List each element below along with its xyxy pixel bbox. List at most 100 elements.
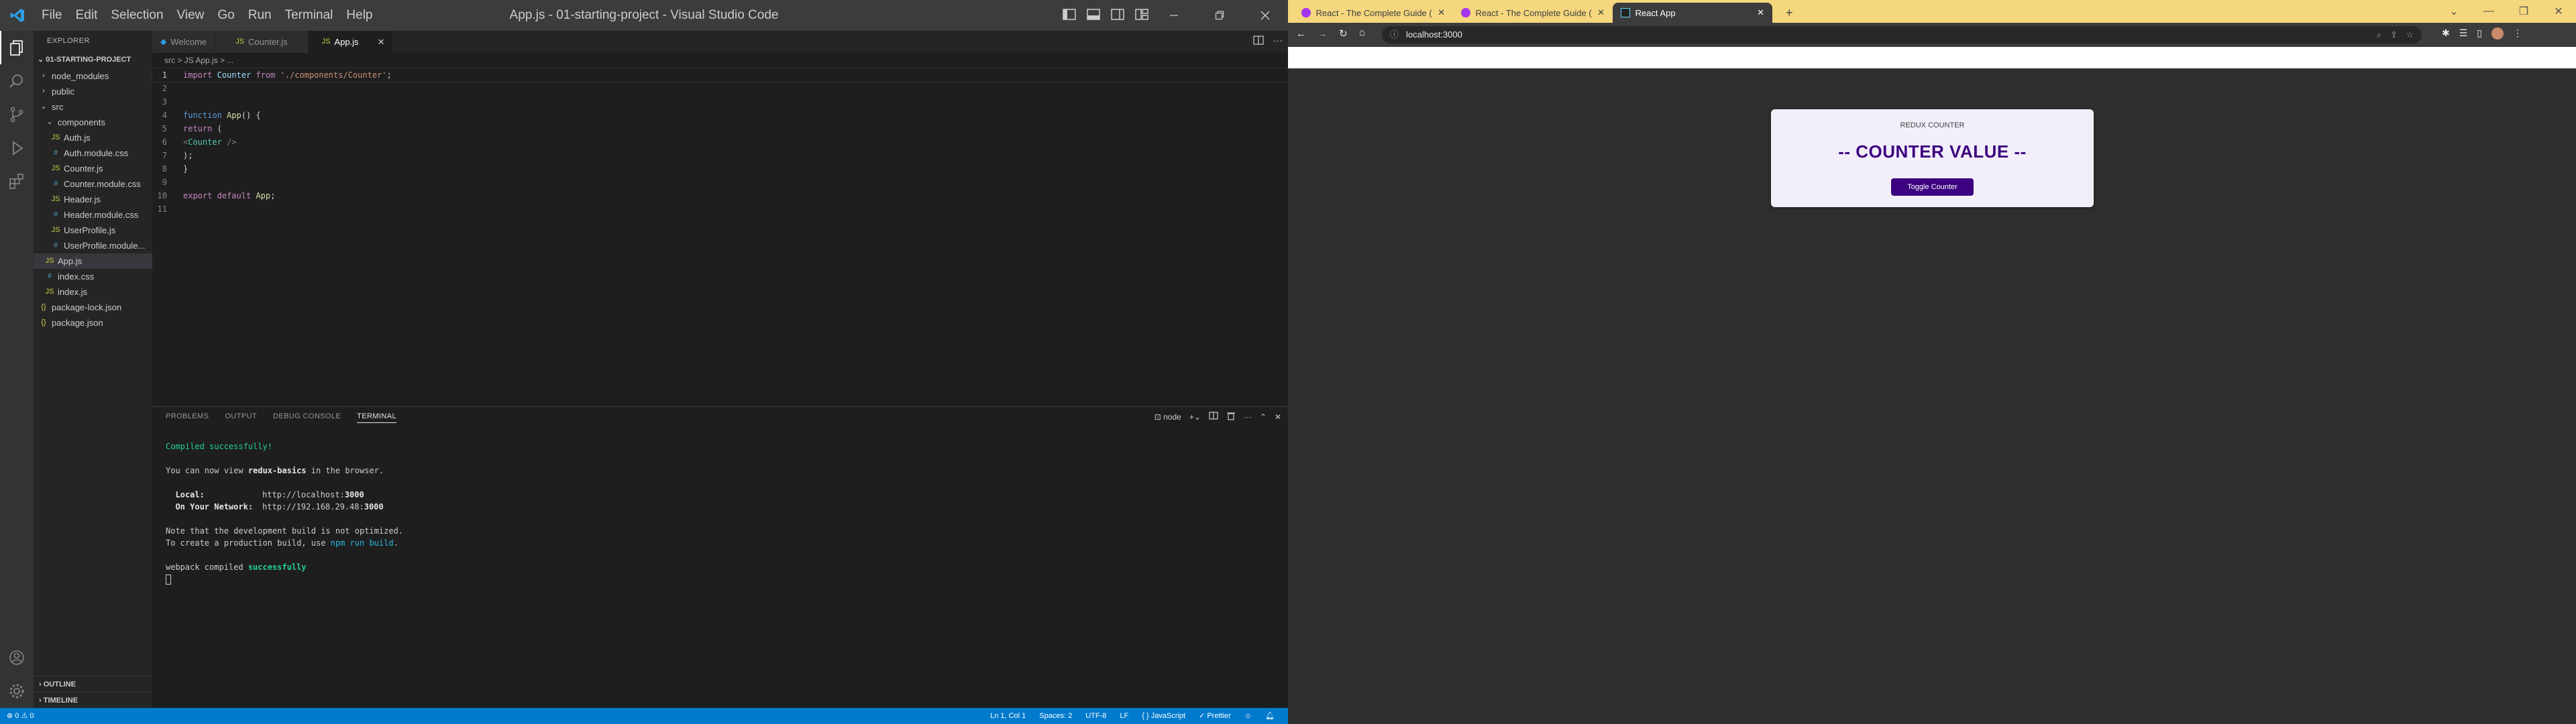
outline-section[interactable]: › OUTLINE [34,676,152,692]
tab-counter-js[interactable]: JS Counter.js [215,31,309,53]
tree-item[interactable]: ⌄ components [34,115,152,130]
status-eol[interactable]: LF [1120,708,1128,724]
project-folder[interactable]: ⌄ 01-STARTING-PROJECT [34,51,152,68]
restore-icon[interactable]: ❐ [2506,5,2541,18]
tab-debug-console[interactable]: DEBUG CONSOLE [273,412,341,423]
maximize-panel-icon[interactable]: ⌃ [1260,412,1267,422]
menu-view[interactable]: View [170,0,211,31]
tree-item[interactable]: JS index.js [34,284,152,300]
zoom-icon[interactable]: ⌕ [2377,26,2381,44]
menu-selection[interactable]: Selection [104,0,170,31]
menu-file[interactable]: File [35,0,69,31]
forward-arrow-icon[interactable]: → [1318,28,1328,40]
reload-icon[interactable]: ↻ [1339,27,1348,40]
more-actions-icon[interactable]: ··· [1244,412,1252,422]
menu-edit[interactable]: Edit [69,0,105,31]
settings-gear-icon[interactable] [0,674,34,708]
more-actions-icon[interactable]: ··· [1273,35,1283,49]
tab-close-icon[interactable]: ✕ [1597,7,1605,18]
menu-terminal[interactable]: Terminal [278,0,340,31]
tree-item[interactable]: {} package-lock.json [34,300,152,315]
tree-item[interactable]: ⌄ src [34,99,152,115]
toggle-sidebar-icon[interactable] [1061,5,1077,24]
home-icon[interactable]: ⌂ [1359,27,1365,38]
tab-search-icon[interactable]: ⌄ [2436,5,2471,18]
status-encoding[interactable]: UTF-8 [1085,708,1106,724]
close-icon[interactable] [1242,0,1288,31]
tab-close-icon[interactable]: ✕ [1757,7,1764,18]
terminal-shell-selector[interactable]: ⊡ node [1155,412,1181,422]
tab-close-icon[interactable]: ✕ [378,31,385,53]
tab-app-js[interactable]: JS App.js ✕ [308,31,394,53]
code-line: 4 function App() { [162,111,261,120]
close-panel-icon[interactable]: ✕ [1275,412,1281,422]
tab-terminal[interactable]: TERMINAL [357,412,396,423]
accounts-icon[interactable] [0,641,34,674]
tree-item[interactable]: {} package.json [34,315,152,330]
status-right: Ln 1, Col 1 Spaces: 2 UTF-8 LF { } JavaS… [990,708,1275,724]
close-icon[interactable]: ✕ [2541,5,2576,18]
tab-output[interactable]: OUTPUT [225,412,257,423]
extensions-icon[interactable] [0,165,34,198]
status-cursor-position[interactable]: Ln 1, Col 1 [990,708,1026,724]
chrome-menu-icon[interactable]: ⋮ [2513,27,2522,40]
explorer-icon[interactable] [0,31,34,64]
tree-item[interactable]: › public [34,84,152,99]
media-icon[interactable]: ☰ [2459,27,2468,40]
tab-welcome[interactable]: ◆ Welcome [152,31,216,53]
js-file-icon: JS [51,195,60,203]
side-panel-icon[interactable]: ▯ [2477,27,2482,40]
code-editor[interactable]: 1 import Counter from './components/Count… [152,68,1289,216]
toggle-counter-button[interactable]: Toggle Counter [1891,178,1974,196]
tree-item[interactable]: JS Header.js [34,192,152,207]
back-arrow-icon[interactable]: ← [1296,28,1306,40]
minimize-icon[interactable] [1151,0,1197,31]
site-info-icon[interactable]: ⓘ [1390,26,1399,44]
search-icon[interactable] [0,64,34,98]
source-control-icon[interactable] [0,98,34,131]
split-editor-icon[interactable] [1253,35,1264,49]
bookmark-star-icon[interactable]: ☆ [2406,26,2414,44]
tree-item[interactable]: # Counter.module.css [34,176,152,192]
feedback-icon[interactable]: ☺ [1244,708,1252,724]
terminal-output[interactable]: Compiled successfully! You can now view … [166,440,403,585]
notifications-bell-icon[interactable]: 🔔︎ [1265,708,1275,724]
status-language[interactable]: { } JavaScript [1142,708,1185,724]
timeline-section[interactable]: › TIMELINE [34,692,152,708]
tab-close-icon[interactable]: ✕ [1438,7,1445,18]
menu-help[interactable]: Help [339,0,379,31]
tree-item[interactable]: JS UserProfile.js [34,223,152,238]
toggle-panel-icon[interactable] [1085,5,1102,24]
browser-tab-react-app[interactable]: React App ✕ [1613,3,1772,23]
restore-icon[interactable] [1197,0,1242,31]
status-problems[interactable]: ⊗ 0 ⚠ 0 [7,708,34,724]
new-terminal-icon[interactable]: +⌄ [1189,412,1201,422]
extensions-puzzle-icon[interactable]: ✱ [2442,27,2450,40]
status-formatter[interactable]: ✓ Prettier [1199,708,1231,724]
menu-run[interactable]: Run [241,0,278,31]
tree-item[interactable]: JS Counter.js [34,161,152,176]
tree-item[interactable]: # UserProfile.module... [34,238,152,253]
toggle-secondary-sidebar-icon[interactable] [1110,5,1126,24]
breadcrumb[interactable]: src > JS App.js > ... [164,56,233,65]
kill-terminal-icon[interactable] [1226,411,1236,422]
tree-item[interactable]: JS Auth.js [34,130,152,145]
split-terminal-icon[interactable] [1209,411,1218,422]
status-indentation[interactable]: Spaces: 2 [1039,708,1072,724]
run-debug-icon[interactable] [0,131,34,165]
tree-item[interactable]: # Auth.module.css [34,145,152,161]
share-icon[interactable]: ⇪ [2390,26,2398,44]
minimize-icon[interactable]: — [2471,5,2506,17]
tree-item[interactable]: JS App.js [34,253,152,269]
tree-item[interactable]: › node_modules [34,68,152,84]
customize-layout-icon[interactable] [1134,5,1150,24]
browser-tab-udemy-1[interactable]: React - The Complete Guide (incl... ✕ [1293,3,1453,23]
new-tab-button[interactable]: + [1778,3,1801,23]
browser-tab-udemy-2[interactable]: React - The Complete Guide (incl... ✕ [1453,3,1613,23]
profile-avatar-icon[interactable] [2491,27,2504,40]
tab-problems[interactable]: PROBLEMS [166,412,209,423]
tree-item[interactable]: # Header.module.css [34,207,152,223]
address-bar[interactable]: ⓘ localhost:3000 ⌕ ⇪ ☆ [1382,26,2422,44]
tree-item[interactable]: # index.css [34,269,152,284]
menu-go[interactable]: Go [211,0,241,31]
